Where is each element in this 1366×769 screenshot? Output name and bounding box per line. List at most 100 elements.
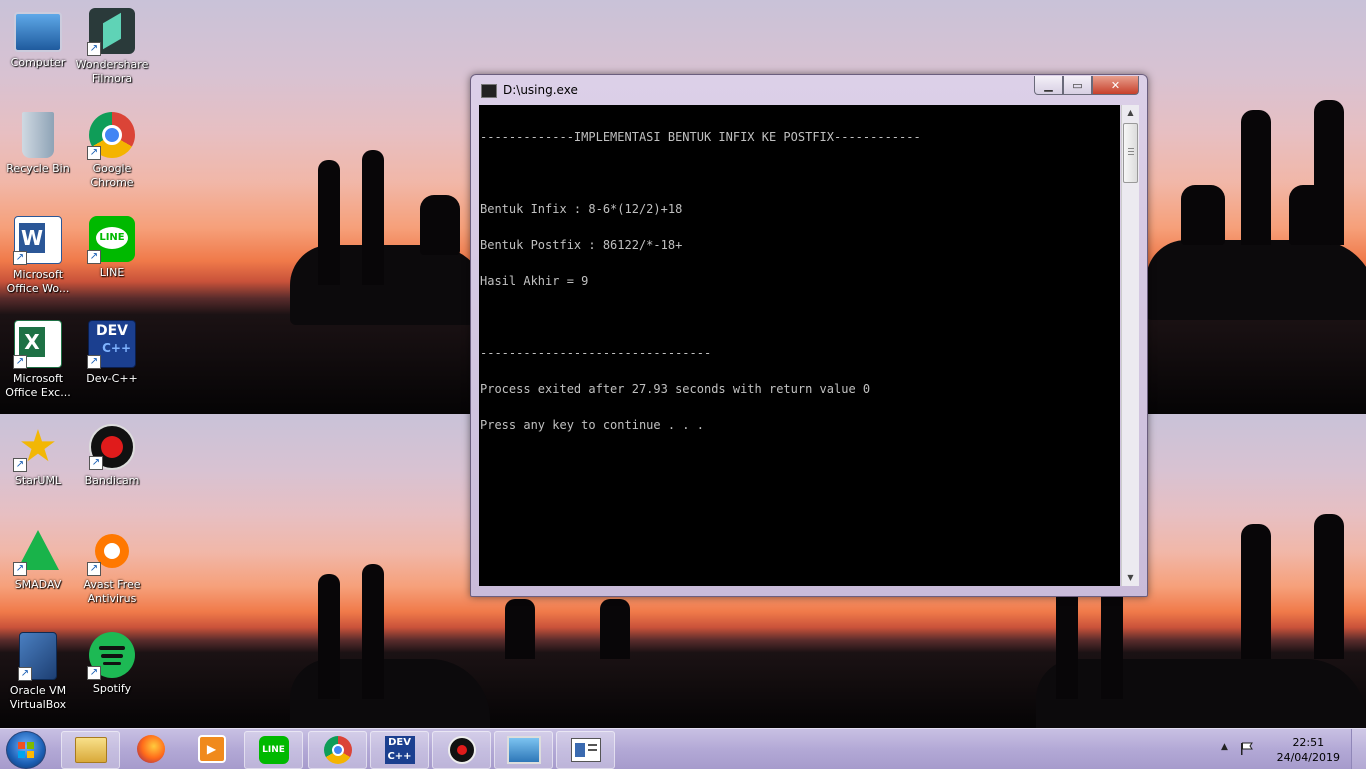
shortcut-arrow-icon: ↗	[18, 667, 32, 681]
taskbar: ▶ LINE DEV C++ ▲ 22:51 24/04/2019	[0, 728, 1366, 769]
desktop-icon-label: Microsoft Office Exc...	[5, 372, 71, 399]
desktop-icon-label: Spotify	[92, 682, 132, 695]
clock[interactable]: 22:51 24/04/2019	[1277, 735, 1340, 765]
shortcut-arrow-icon: ↗	[87, 355, 101, 369]
close-button[interactable]: ✕	[1092, 76, 1139, 95]
filmora-icon: ↗	[87, 8, 135, 56]
console-window-icon	[570, 738, 601, 762]
firefox-icon	[136, 735, 165, 763]
desktop-icon-excel[interactable]: X ↗ Microsoft Office Exc...	[0, 320, 76, 400]
desktop-icon-word[interactable]: W ↗ Microsoft Office Wo...	[0, 216, 76, 296]
devcpp-icon: DEV C++ ↗	[87, 320, 136, 369]
desktop-icon-label: Wondershare Filmora	[75, 58, 149, 85]
desktop-icon-label: Recycle Bin	[6, 162, 70, 175]
bandicam-icon	[447, 736, 476, 764]
chrome-icon: ↗	[87, 112, 135, 160]
scroll-up-arrow-icon[interactable]: ▲	[1122, 105, 1139, 121]
taskbar-media-player[interactable]: ▶	[183, 731, 240, 767]
shortcut-arrow-icon: ↗	[13, 562, 27, 576]
shortcut-arrow-icon: ↗	[87, 146, 101, 160]
desktop-icon-label: Computer	[10, 56, 66, 69]
line-icon: LINE	[258, 736, 289, 764]
console-line: Bentuk Postfix : 86122/*-18+	[480, 238, 683, 252]
console-line: Press any key to continue . . .	[480, 418, 704, 432]
shortcut-arrow-icon: ↗	[87, 42, 101, 56]
taskbar-firefox[interactable]	[122, 731, 179, 767]
system-tray: ▲ 22:51 24/04/2019	[1216, 729, 1366, 769]
desktop-icon-filmora[interactable]: ↗ Wondershare Filmora	[74, 8, 150, 86]
staruml-icon: ★ ↗	[13, 424, 61, 472]
console-app-icon[interactable]	[481, 84, 497, 98]
desktop-icon-line[interactable]: LINE ↗ LINE	[74, 216, 150, 280]
desktop-icon-computer[interactable]: Computer	[0, 8, 76, 70]
start-button[interactable]	[6, 731, 46, 769]
photo-viewer-icon	[506, 736, 541, 764]
taskbar-file-explorer[interactable]	[61, 731, 120, 769]
desktop-icon-label: SMADAV	[14, 578, 62, 591]
chrome-icon	[323, 736, 352, 764]
clock-date: 24/04/2019	[1276, 751, 1340, 764]
file-explorer-icon	[74, 737, 107, 763]
console-line: Bentuk Infix : 8-6*(12/2)+18	[480, 202, 683, 216]
taskbar-photo-viewer[interactable]	[494, 731, 553, 769]
media-player-icon: ▶	[197, 735, 226, 763]
taskbar-bandicam[interactable]	[432, 731, 491, 769]
taskbar-chrome[interactable]	[308, 731, 367, 769]
excel-icon: X ↗	[13, 320, 62, 369]
computer-icon	[14, 12, 62, 52]
action-center-flag-icon[interactable]	[1240, 742, 1254, 756]
show-hidden-icons-icon[interactable]: ▲	[1221, 742, 1228, 752]
desktop-icon-label: StarUML	[14, 474, 62, 487]
desktop-icon-avast[interactable]: ↗ Avast Free Antivirus	[74, 528, 150, 606]
taskbar-line[interactable]: LINE	[244, 731, 303, 769]
avast-icon: ↗	[87, 528, 135, 576]
console-window[interactable]: D:\using.exe ▁ ▭ ✕ -------------IMPLEMEN…	[470, 74, 1148, 597]
shortcut-arrow-icon: ↗	[87, 250, 101, 264]
windows-logo-icon	[18, 742, 34, 758]
word-icon: W ↗	[13, 216, 62, 265]
scroll-down-arrow-icon[interactable]: ▼	[1122, 570, 1139, 586]
desktop-icon-label: Bandicam	[84, 474, 140, 487]
show-desktop-button[interactable]	[1351, 729, 1366, 769]
console-line: Hasil Akhir = 9	[480, 274, 589, 288]
shortcut-arrow-icon: ↗	[87, 666, 101, 680]
taskbar-devcpp[interactable]: DEV C++	[370, 731, 429, 769]
taskbar-console-window[interactable]	[556, 731, 615, 769]
clock-time: 22:51	[1292, 736, 1325, 749]
recycle-bin-icon	[22, 112, 54, 158]
vertical-scrollbar[interactable]: ▲ ▼	[1121, 105, 1139, 586]
desktop-icon-devcpp[interactable]: DEV C++ ↗ Dev-C++	[74, 320, 150, 386]
console-line: -------------IMPLEMENTASI BENTUK INFIX K…	[480, 130, 921, 144]
window-title: D:\using.exe	[503, 83, 578, 97]
desktop-icon-label: Microsoft Office Wo...	[6, 268, 70, 295]
bandicam-icon: ↗	[89, 424, 135, 470]
window-controls: ▁ ▭ ✕	[1034, 76, 1139, 95]
desktop-icon-bandicam[interactable]: ↗ Bandicam	[74, 424, 150, 488]
minimize-button[interactable]: ▁	[1034, 76, 1063, 95]
desktop-icon-label: Dev-C++	[86, 372, 138, 385]
shortcut-arrow-icon: ↗	[13, 355, 27, 369]
desktop-icon-chrome[interactable]: ↗ Google Chrome	[74, 112, 150, 190]
devcpp-icon: DEV C++	[384, 736, 415, 764]
scrollbar-thumb[interactable]	[1123, 123, 1138, 183]
desktop-icon-virtualbox[interactable]: ↗ Oracle VM VirtualBox	[0, 632, 76, 712]
desktop-icon-spotify[interactable]: ↗ Spotify	[74, 632, 150, 696]
spotify-icon: ↗	[87, 632, 135, 680]
desktop-icon-label: Google Chrome	[90, 162, 134, 189]
line-icon: LINE ↗	[87, 216, 135, 264]
console-output[interactable]: -------------IMPLEMENTASI BENTUK INFIX K…	[479, 105, 1120, 586]
shortcut-arrow-icon: ↗	[13, 458, 27, 472]
console-line: --------------------------------	[480, 346, 712, 360]
desktop-icon-recycle-bin[interactable]: Recycle Bin	[0, 112, 76, 176]
desktop-icon-staruml[interactable]: ★ ↗ StarUML	[0, 424, 76, 488]
desktop-icon-smadav[interactable]: ↗ SMADAV	[0, 528, 76, 592]
smadav-icon: ↗	[13, 528, 61, 576]
desktop-icon-label: Oracle VM VirtualBox	[9, 684, 67, 711]
shortcut-arrow-icon: ↗	[87, 562, 101, 576]
virtualbox-icon: ↗	[18, 632, 57, 681]
shortcut-arrow-icon: ↗	[89, 456, 103, 470]
maximize-button[interactable]: ▭	[1063, 76, 1092, 95]
desktop-icon-label: LINE	[99, 266, 125, 279]
